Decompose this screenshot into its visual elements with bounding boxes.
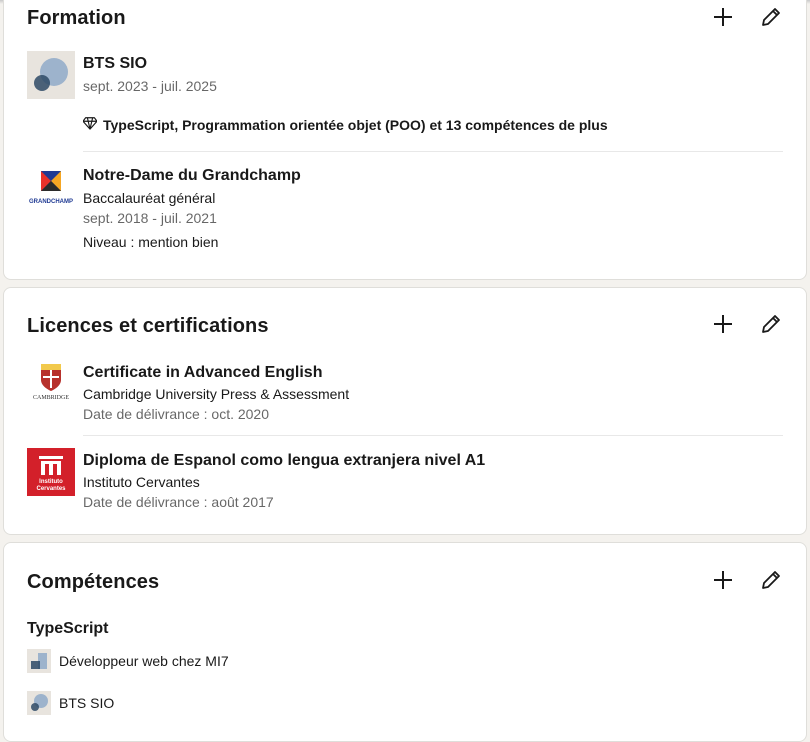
diamond-icon	[82, 116, 98, 133]
licences-section: Licences et certifications CAMBRIDGE Cer…	[3, 287, 807, 535]
skill-association-label: BTS SIO	[59, 695, 115, 711]
cambridge-logo-text: CAMBRIDGE	[33, 395, 69, 401]
grandchamp-logo-text: GRANDCHAMP	[29, 199, 73, 205]
skill-association-experience[interactable]: Développeur web chez MI7	[27, 649, 229, 673]
formation-degree: Baccalauréat général	[83, 190, 216, 206]
skill-name[interactable]: TypeScript	[27, 620, 109, 638]
company-logo-placeholder-icon	[27, 649, 51, 673]
competences-section: Compétences TypeScript Développeur web c…	[3, 542, 807, 742]
edit-formation-pencil-icon[interactable]	[759, 5, 783, 29]
school-logo-placeholder-icon	[27, 691, 51, 715]
formation-skills[interactable]: TypeScript, Programmation orientée objet…	[82, 116, 608, 133]
formation-skills-text: TypeScript, Programmation orientée objet…	[103, 116, 608, 133]
cervantes-logo-line1: Instituto	[39, 479, 63, 485]
section-title-licences: Licences et certifications	[27, 315, 269, 337]
skill-association-label: Développeur web chez MI7	[59, 653, 229, 669]
bts-sio-logo[interactable]	[27, 51, 75, 99]
section-title-formation: Formation	[27, 7, 126, 29]
cervantes-logo-line2: Cervantes	[36, 486, 66, 492]
skill-association-education[interactable]: BTS SIO	[27, 691, 114, 715]
formation-dates: sept. 2023 - juil. 2025	[83, 78, 217, 94]
certification-issuer: Instituto Cervantes	[83, 474, 200, 490]
certification-name[interactable]: Diploma de Espanol como lengua extranjer…	[83, 452, 485, 470]
formation-grade: Niveau : mention bien	[83, 234, 219, 250]
certification-issue-date: Date de délivrance : août 2017	[83, 494, 274, 510]
section-title-competences: Compétences	[27, 571, 160, 593]
edit-licence-pencil-icon[interactable]	[759, 312, 783, 336]
divider	[83, 435, 783, 436]
add-competence-plus-icon[interactable]	[711, 568, 735, 592]
certification-name[interactable]: Certificate in Advanced English	[83, 364, 322, 382]
add-formation-plus-icon[interactable]	[711, 5, 735, 29]
grandchamp-logo[interactable]: GRANDCHAMP	[27, 163, 75, 211]
certification-issue-date: Date de délivrance : oct. 2020	[83, 406, 270, 422]
divider	[83, 151, 783, 152]
certification-issuer: Cambridge University Press & Assessment	[83, 386, 350, 402]
formation-dates: sept. 2018 - juil. 2021	[83, 210, 217, 226]
cambridge-logo[interactable]: CAMBRIDGE	[27, 360, 75, 408]
formation-school-name[interactable]: Notre-Dame du Grandchamp	[83, 167, 301, 185]
edit-competence-pencil-icon[interactable]	[759, 568, 783, 592]
add-licence-plus-icon[interactable]	[711, 312, 735, 336]
formation-school-name[interactable]: BTS SIO	[83, 55, 147, 73]
formation-section: Formation BTS SIO sept. 2023 - juil. 202…	[3, 0, 807, 280]
instituto-cervantes-logo[interactable]: Instituto Cervantes	[27, 448, 75, 496]
